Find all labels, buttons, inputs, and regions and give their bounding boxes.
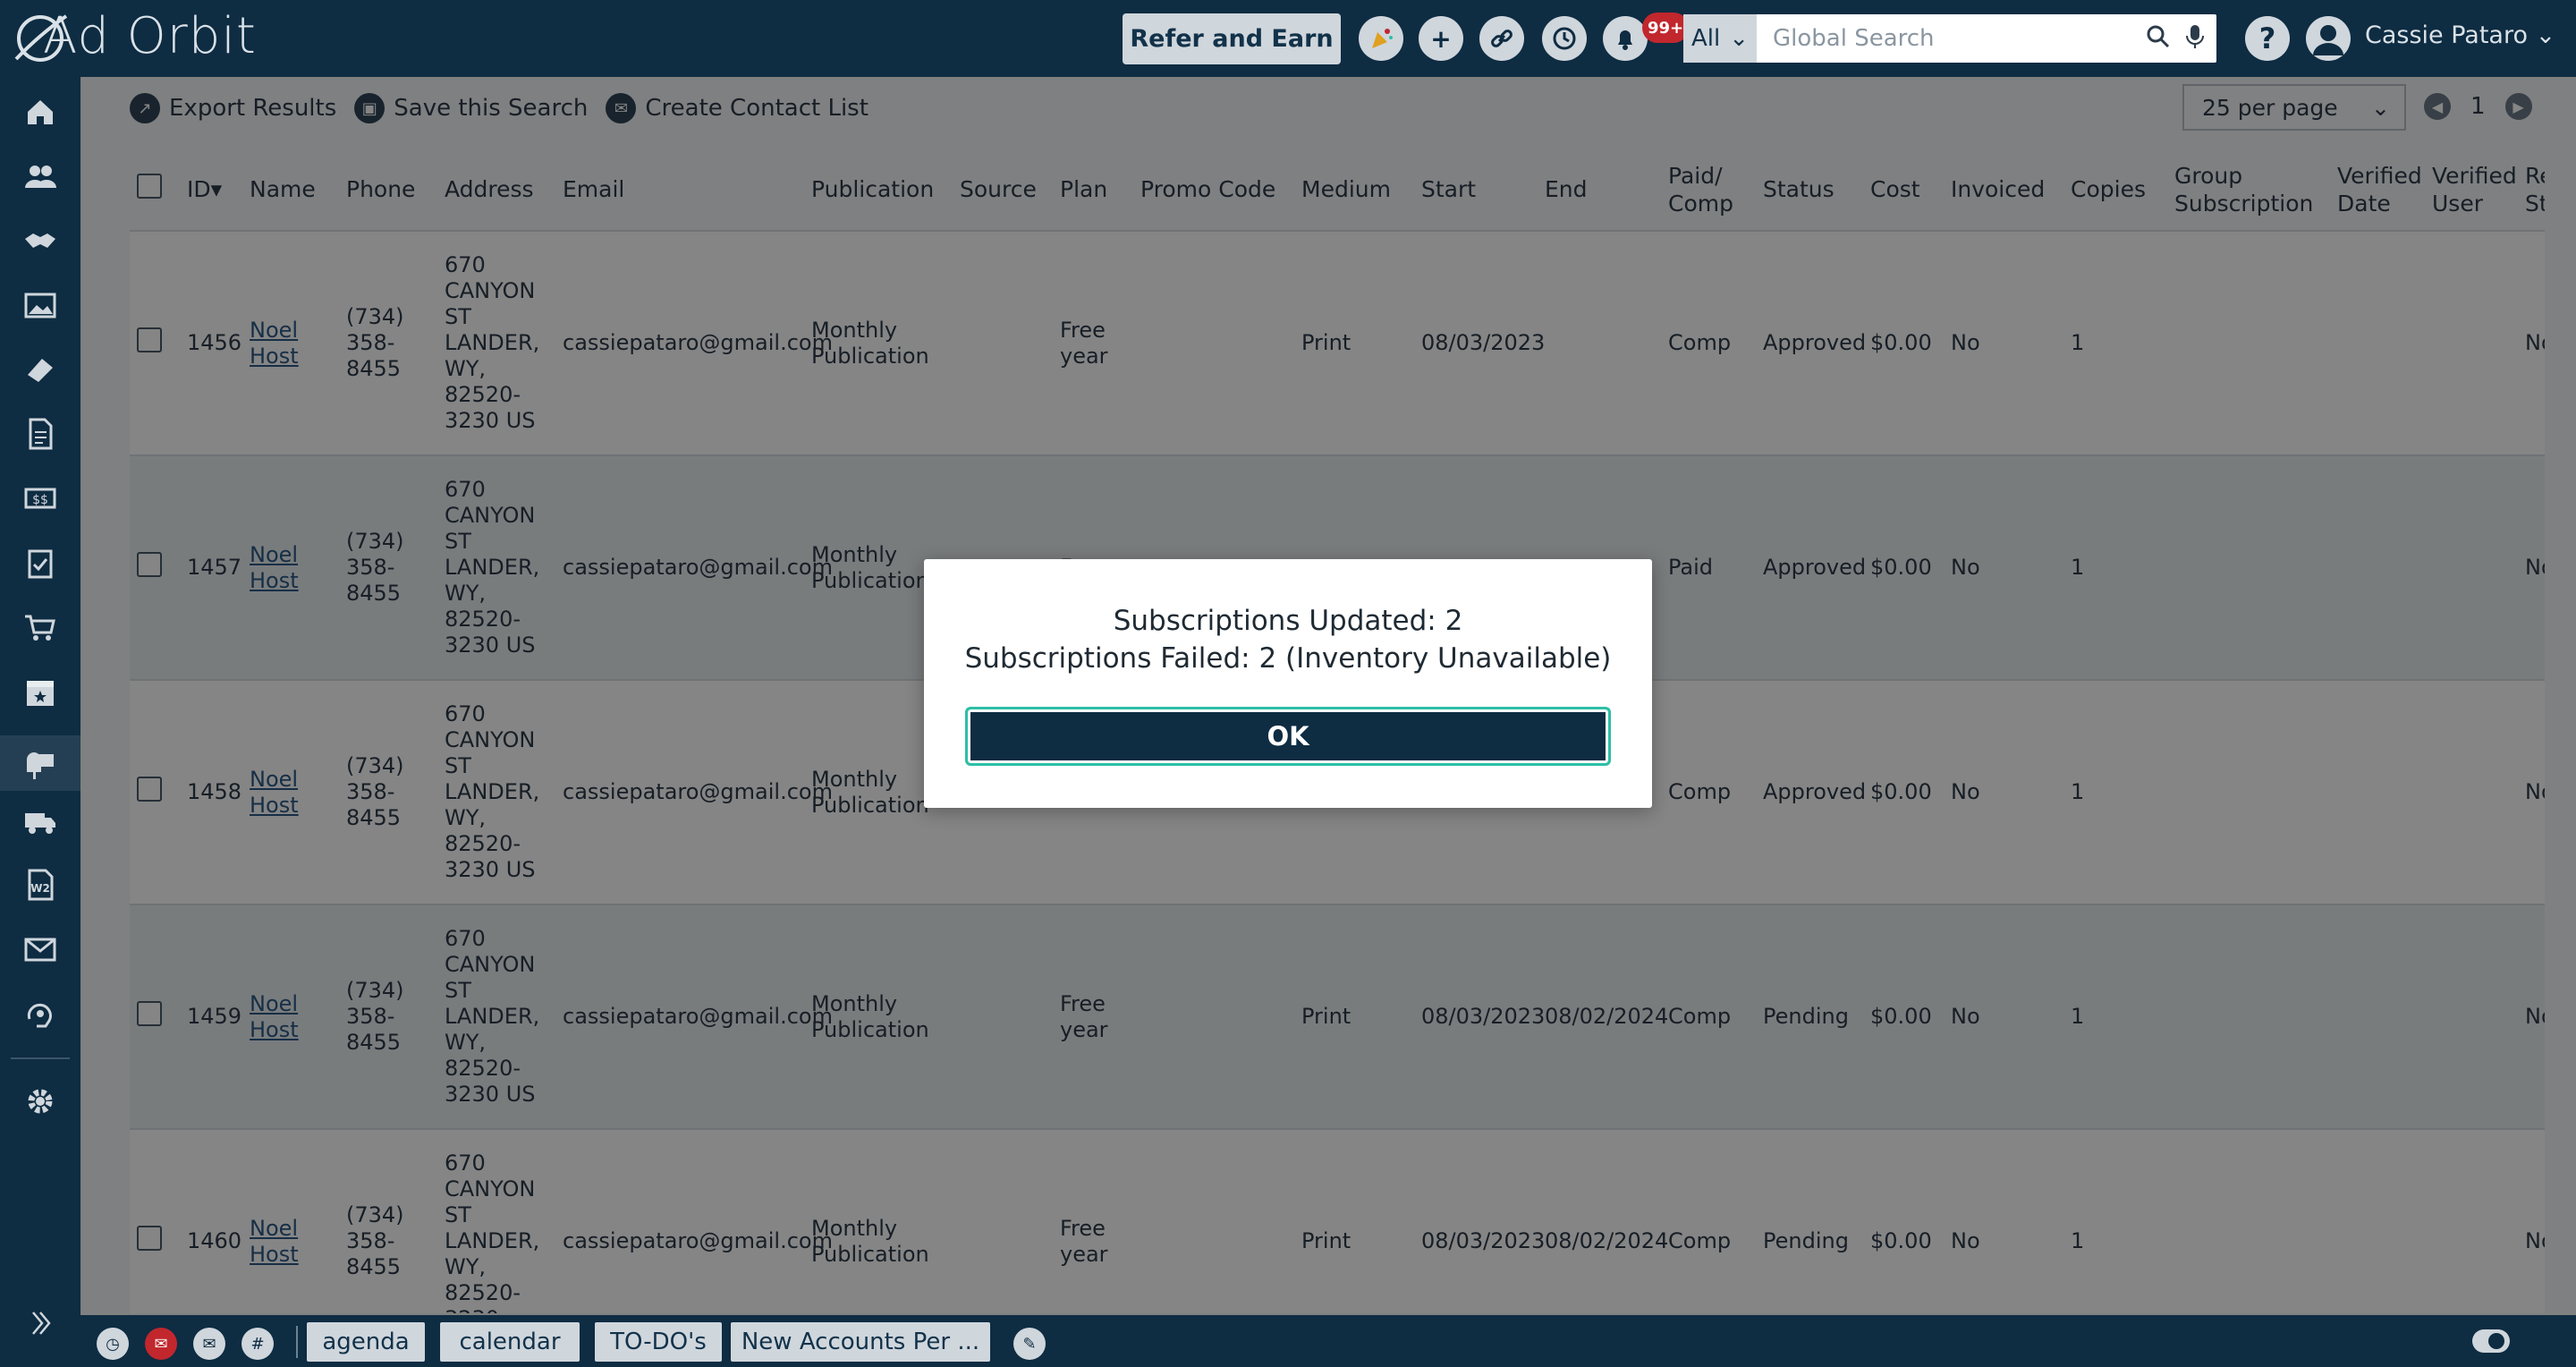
search-icon[interactable] xyxy=(2145,23,2172,54)
bell-icon[interactable] xyxy=(1603,16,1648,61)
orbit-logo-icon xyxy=(14,14,68,62)
sidebar-divider xyxy=(11,1057,70,1059)
tab-todos[interactable]: TO-DO's xyxy=(595,1322,722,1362)
slack-icon[interactable]: # xyxy=(242,1328,274,1360)
theme-toggle[interactable] xyxy=(2472,1329,2510,1353)
document-icon[interactable] xyxy=(20,413,61,454)
tab-new-accounts[interactable]: New Accounts Per ... xyxy=(731,1322,990,1362)
clock-icon[interactable]: ◷ xyxy=(97,1328,129,1360)
user-name: Cassie Pataro xyxy=(2365,21,2528,49)
delivery-truck-icon[interactable] xyxy=(20,800,61,841)
edit-icon[interactable]: ✎ xyxy=(1013,1328,1046,1360)
chat-icon[interactable]: ✉ xyxy=(193,1328,225,1360)
notification-badge: 99+ xyxy=(1642,13,1690,43)
result-dialog: Subscriptions Updated: 2 Subscriptions F… xyxy=(924,559,1652,808)
add-icon[interactable]: + xyxy=(1419,16,1463,61)
link-icon[interactable] xyxy=(1479,16,1524,61)
contacts-icon[interactable] xyxy=(20,156,61,197)
search-scope-value: All xyxy=(1690,25,1721,52)
calendar-star-icon[interactable] xyxy=(20,671,61,712)
search-scope-select[interactable]: All ⌄ xyxy=(1683,14,1757,63)
user-menu[interactable]: Cassie Pataro ⌄ xyxy=(2365,21,2555,49)
global-search: All ⌄ xyxy=(1683,14,2216,63)
chevron-down-icon: ⌄ xyxy=(2535,21,2556,49)
refer-and-earn-button[interactable]: Refer and Earn xyxy=(1123,13,1341,64)
svg-text:W2: W2 xyxy=(30,882,50,895)
party-icon[interactable] xyxy=(1359,16,1403,61)
handshake-icon[interactable] xyxy=(20,220,61,261)
search-input[interactable] xyxy=(1757,16,2145,61)
logo[interactable]: Ad Orbit xyxy=(9,7,257,65)
sidebar: $$ W2 xyxy=(0,77,80,1367)
chevron-down-icon: ⌄ xyxy=(1729,25,1750,52)
tab-calendar[interactable]: calendar xyxy=(440,1322,580,1362)
tab-agenda[interactable]: agenda xyxy=(307,1322,425,1362)
gear-icon[interactable] xyxy=(20,1081,61,1122)
bottom-bar-divider xyxy=(296,1326,298,1358)
home-icon[interactable] xyxy=(20,91,61,132)
help-icon[interactable]: ? xyxy=(2245,16,2290,61)
gallery-icon[interactable] xyxy=(20,284,61,326)
microphone-icon[interactable] xyxy=(2184,23,2206,54)
support-icon[interactable] xyxy=(20,993,61,1034)
ticket-icon[interactable] xyxy=(20,349,61,390)
dialog-updated-text: Subscriptions Updated: 2 xyxy=(1113,605,1463,637)
ok-button[interactable]: OK xyxy=(965,707,1611,766)
history-icon[interactable] xyxy=(1542,16,1587,61)
top-bar: Ad Orbit Refer and Earn + 99+ All ⌄ ? Ca… xyxy=(0,0,2576,77)
dialog-failed-text: Subscriptions Failed: 2 (Inventory Unava… xyxy=(964,642,1612,675)
cart-icon[interactable] xyxy=(20,607,61,648)
tasks-icon[interactable] xyxy=(20,542,61,583)
logo-text: Ad Orbit xyxy=(43,7,257,65)
w2-form-icon[interactable]: W2 xyxy=(20,864,61,905)
svg-text:$$: $$ xyxy=(32,493,48,507)
billing-icon[interactable]: $$ xyxy=(20,478,61,519)
mail-icon[interactable] xyxy=(20,929,61,970)
expand-sidebar-icon[interactable] xyxy=(20,1303,61,1344)
avatar[interactable] xyxy=(2306,16,2351,61)
bottom-bar: ◷ ✉ ✉ # agenda calendar TO-DO's New Acco… xyxy=(80,1315,2576,1367)
mailbox-icon[interactable] xyxy=(0,735,80,791)
red-mail-icon[interactable]: ✉ xyxy=(145,1328,177,1360)
